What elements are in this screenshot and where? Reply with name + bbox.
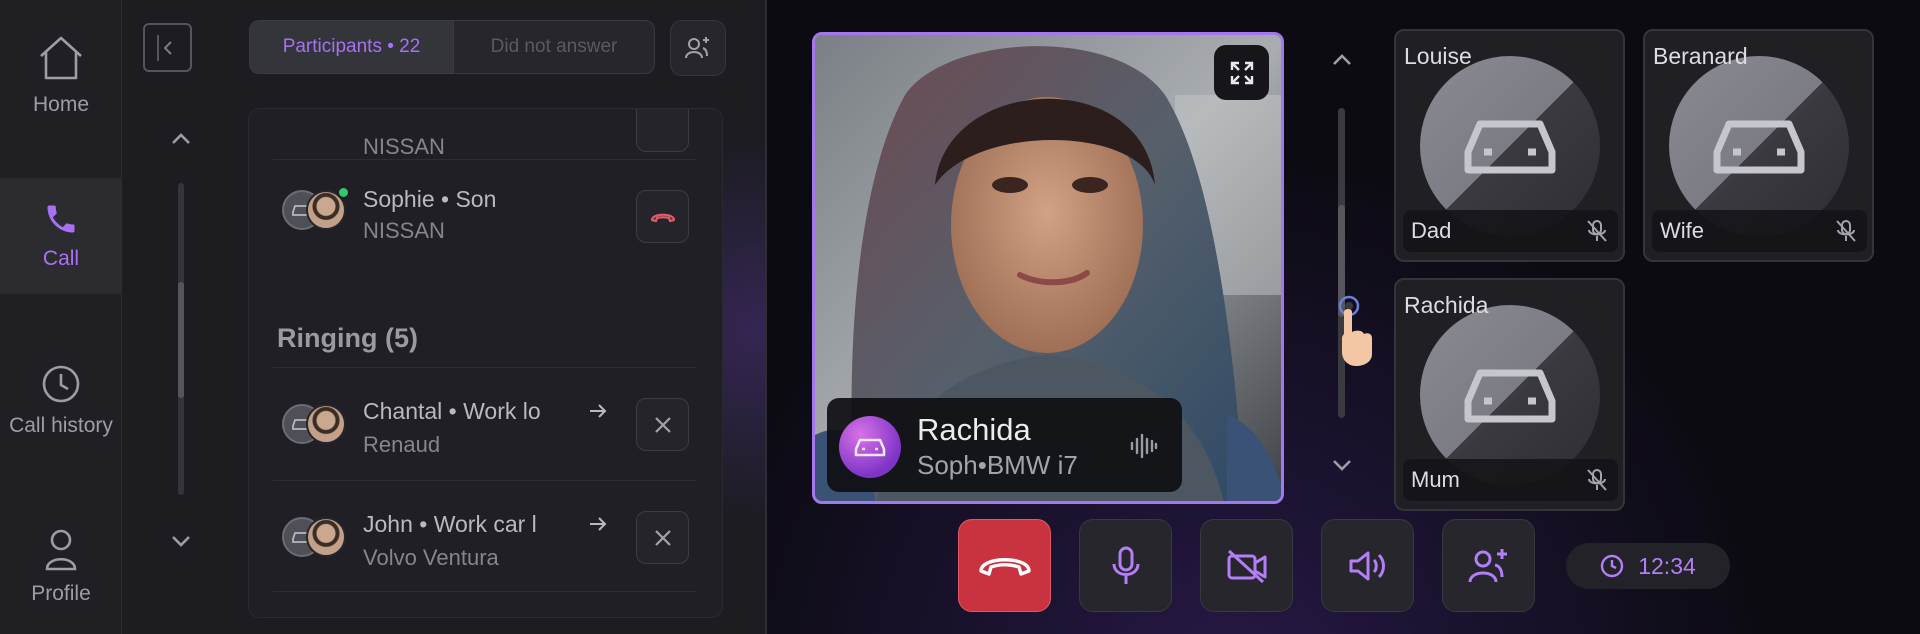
caller-sub: Soph•BMW i7 [917,450,1078,480]
scroll-up-icon[interactable] [168,128,194,150]
row-action-button[interactable] [636,109,689,152]
participant-tile[interactable]: Beranard Wife [1643,29,1874,262]
dismiss-participant-button[interactable] [636,511,689,564]
car-icon [1464,120,1556,174]
tile-name: Beranard [1653,43,1748,69]
call-duration: 12:34 [1638,552,1696,579]
panel-scrollbar-thumb[interactable] [178,282,184,398]
participant-sub: NISSAN [363,134,445,159]
add-participant-button[interactable] [670,20,726,76]
add-user-icon [1468,548,1507,582]
nav-item-home[interactable]: Home [0,17,122,133]
tile-avatar [1669,56,1849,236]
call-timer: 12:34 [1566,543,1730,589]
mic-muted-icon [1587,220,1607,242]
caller-avatar [839,416,901,478]
tile-avatar [1420,56,1600,236]
home-icon [40,36,82,80]
tile-footer: Wife [1652,210,1867,252]
chevron-left-icon [163,40,172,55]
participant-sub: NISSAN [363,218,445,243]
speaker-icon [1349,551,1385,580]
hang-up-icon [650,213,675,222]
tile-role: Mum [1411,467,1460,492]
participant-tile[interactable]: Rachida Mum [1394,278,1625,511]
mic-muted-icon [1836,220,1856,242]
user-icon [45,529,77,571]
phone-icon [47,205,75,233]
close-icon [654,529,671,546]
dismiss-participant-button[interactable] [636,398,689,451]
collapse-panel-button[interactable] [143,23,192,72]
tile-footer: Mum [1403,459,1618,501]
person-avatar [306,517,346,557]
arrow-right-icon [590,517,607,531]
participants-tab-bar: Participants • 22 Did not answer [249,20,655,74]
camera-off-icon [1227,549,1266,583]
participant-name: Sophie • Son [363,186,497,212]
nav-label-profile: Profile [31,582,91,605]
participant-tile[interactable]: Louise Dad [1394,29,1625,262]
clock-icon [1601,554,1624,578]
nav-item-call-history[interactable]: Call history [0,343,122,459]
main-video-feed[interactable]: Rachida Soph•BMW i7 [812,32,1284,504]
tab-did-not-answer[interactable]: Did not answer [453,21,654,73]
participant-sub: Volvo Ventura [363,545,499,570]
car-icon [1713,120,1805,174]
participant-name: Chantal • Work lo [363,398,541,424]
tile-role: Dad [1411,218,1452,243]
participants-panel: Participants • 22 Did not answer NISSAN … [122,0,767,634]
expand-icon [1230,61,1253,84]
car-icon [854,438,886,457]
mute-button[interactable] [1079,519,1172,612]
tile-footer: Dad [1403,210,1618,252]
audio-wave-icon [1130,433,1158,459]
participant-sub: Renaud [363,432,441,457]
tiles-scroll-down-icon[interactable] [1330,455,1354,475]
tile-name: Rachida [1404,292,1489,318]
close-icon [654,416,671,433]
tile-avatar [1420,305,1600,485]
hang-up-icon [978,557,1031,576]
nav-item-profile[interactable]: Profile [0,509,122,625]
arrow-right-icon [590,404,607,418]
add-user-icon [685,37,709,59]
person-avatar [306,404,346,444]
touch-hand-icon [1338,295,1372,366]
section-title-ringing: Ringing (5) [277,323,418,353]
caller-info-card: Rachida Soph•BMW i7 [827,398,1182,492]
end-call-button[interactable] [958,519,1051,612]
list-item[interactable]: Chantal • Work lo Renaud [273,368,697,481]
camera-toggle-button[interactable] [1200,519,1293,612]
nav-item-call[interactable]: Call [0,178,122,294]
add-participant-call-button[interactable] [1442,519,1535,612]
nav-label-call-history: Call history [9,414,113,437]
mic-muted-icon [1587,469,1607,491]
list-item-partial[interactable]: NISSAN [273,109,697,160]
tile-role: Wife [1660,218,1704,243]
participant-list: NISSAN Sophie • Son NISSAN Ringing (5) C… [248,108,723,618]
scroll-down-icon[interactable] [168,530,194,552]
car-icon [1464,369,1556,423]
list-item[interactable]: Sophie • Son NISSAN [273,160,697,270]
microphone-icon [1112,546,1139,584]
online-status-dot [337,186,350,199]
list-item[interactable]: John • Work car l Volvo Ventura [273,481,697,592]
tile-name: Louise [1404,43,1472,69]
speaker-button[interactable] [1321,519,1414,612]
left-nav: Home Call Call history Profile [0,0,122,634]
tab-participants[interactable]: Participants • 22 [250,21,453,73]
tiles-scroll-up-icon[interactable] [1330,50,1354,70]
fullscreen-button[interactable] [1214,45,1269,100]
nav-label-call: Call [42,247,80,270]
nav-label-home: Home [32,93,90,116]
participant-name: John • Work car l [363,511,537,537]
caller-name: Rachida [917,412,1031,447]
hang-up-participant-button[interactable] [636,190,689,243]
clock-icon [42,365,80,403]
